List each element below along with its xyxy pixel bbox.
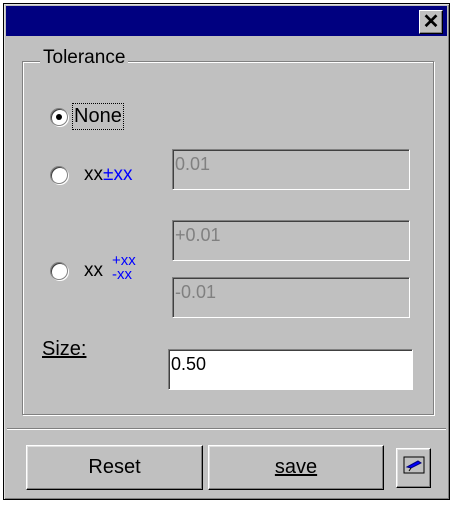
lower-tolerance-field[interactable]: -0.01: [172, 277, 410, 318]
size-label-text: Size:: [42, 338, 87, 360]
tolerance-group-label: Tolerance: [40, 47, 129, 69]
symmetric-tolerance-field[interactable]: 0.01: [172, 149, 410, 190]
separator: [7, 428, 446, 430]
symmetric-symbol: xx±xx: [84, 164, 133, 185]
radio-symmetric[interactable]: [50, 166, 68, 184]
tool-button[interactable]: [396, 448, 431, 488]
reset-button[interactable]: Reset: [26, 445, 203, 490]
size-label: Size:: [42, 338, 86, 361]
reset-button-label: Reset: [88, 456, 141, 478]
radio-none[interactable]: [50, 108, 68, 126]
title-bar: ✕: [6, 6, 447, 36]
radio-deviation[interactable]: [50, 262, 68, 280]
close-button[interactable]: ✕: [419, 10, 443, 34]
tolerance-dialog: ✕ Tolerance None xx±xx 0.01 xx +xx -xx +…: [3, 3, 450, 500]
close-icon: ✕: [422, 11, 440, 33]
deviation-stack-symbol: +xx -xx: [112, 252, 136, 283]
size-field[interactable]: 0.50: [168, 349, 413, 390]
upper-tolerance-field[interactable]: +0.01: [172, 220, 410, 261]
save-button-label: save: [274, 456, 318, 478]
save-button[interactable]: save: [208, 445, 384, 490]
none-label[interactable]: None: [72, 103, 124, 130]
tool-icon: [403, 456, 425, 480]
deviation-symbol: xx: [84, 260, 103, 281]
